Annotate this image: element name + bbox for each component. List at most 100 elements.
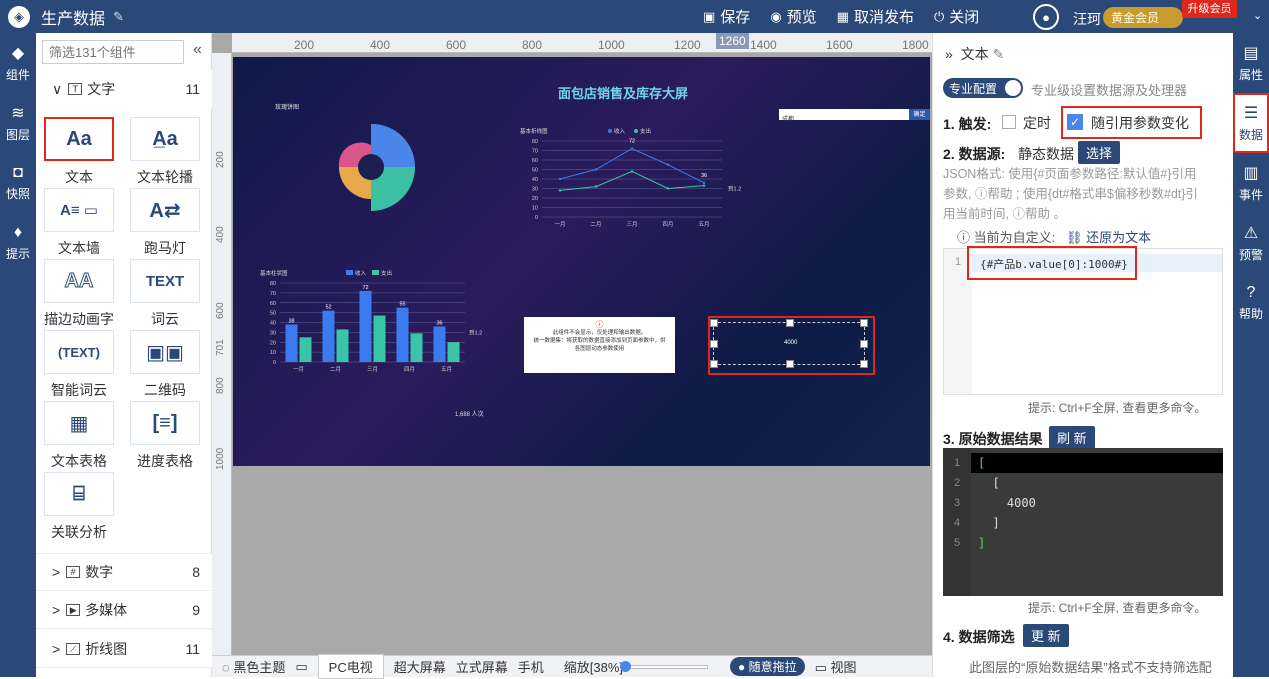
update-button[interactable]: 更 新 [1023,624,1069,647]
pro-config-toggle[interactable]: 专业配置 [943,78,1023,98]
component-text-table[interactable]: ▦ 文本表格 [44,401,114,471]
component-association[interactable]: ⌸ 关联分析 [44,472,114,542]
sidebar-item-help[interactable]: ? 帮助 [1233,273,1269,333]
sidebar-item-snapshot[interactable]: ◘ 快照 [0,153,36,213]
component-marquee[interactable]: A⇄ 跑马灯 [130,188,200,258]
component-stroke-text[interactable]: AA 描边动画字 [44,259,114,329]
user-avatar-icon[interactable]: ● [1033,4,1059,30]
json-help-line[interactable]: 用当前时间, ⓘ帮助 。 [943,204,1228,224]
json-help-line[interactable]: 参数, ⓘ帮助 ; 使用{dt#格式串$偏移秒数#dt}引 [943,184,1228,204]
link-icon: ⛓ [1066,230,1083,245]
preview-button[interactable]: ◉ 预览 [770,6,816,27]
screen-search-input[interactable]: 成都 [779,109,909,123]
data-point [558,189,562,192]
component-label: 描边动画字 [44,311,114,327]
bar [336,329,349,362]
component-qrcode[interactable]: ▣▣ 二维码 [130,330,200,400]
result-line: ] [978,516,1000,530]
save-button[interactable]: ▣ 保存 [703,6,750,27]
ruler-marker[interactable]: 1260 [716,33,749,49]
pro-config-desc: 专业级设置数据源及处理器 [1031,83,1188,98]
tab-mobile[interactable]: 手机 [518,657,544,676]
view-button[interactable]: ▭ 视图 [815,657,857,676]
y-tick-label: 30 [270,330,276,336]
zoom-slider[interactable] [620,660,709,672]
screen-title[interactable]: 面包店销售及库存大屏 [558,83,688,102]
choose-button[interactable]: 选择 [1078,141,1121,164]
component-panel: « ∨ T 文字 11 Aa 文本 A̲a 文本轮播 A≡ ▭ 文本墙 A⇄ 跑马灯 AA 描边… [36,33,212,677]
component-text-carousel[interactable]: A̲a 文本轮播 [130,117,200,187]
legend-marker [346,270,353,275]
sidebar-item-events[interactable]: ▥ 事件 [1233,153,1269,213]
number-section-icon: # [66,566,81,578]
dashboard-screen[interactable]: 面包店销售及库存大屏 玫瑰饼图 成都 确定 基本折线图 收入 支出 80 70 60 50 4… [233,57,930,466]
screen-search-button[interactable]: 确定 [909,109,930,120]
tab-large-screen[interactable]: 超大屏幕 [394,657,446,676]
preview-icon: ◉ [770,8,782,24]
user-name[interactable]: 汪珂 [1073,9,1101,29]
sidebar-item-properties[interactable]: ▤ 属性 [1233,33,1269,93]
sidebar-item-components[interactable]: ◆ 组件 [0,33,36,93]
ruler-tick: 1600 [826,38,853,52]
component-smart-word-cloud[interactable]: (TEXT) 智能词云 [44,330,114,400]
section-text[interactable]: ∨ T 文字 11 [36,70,212,108]
unpublish-button[interactable]: ▦ 取消发布 [837,6,914,27]
member-badge[interactable]: 黄金会员 [1103,7,1183,28]
sidebar-label: 数据 [1238,128,1263,142]
rose-chart[interactable] [331,119,421,219]
tab-vertical-screen[interactable]: 立式屏幕 [456,657,508,676]
upgrade-badge[interactable]: 升级会员 [1182,0,1237,18]
screen-search-text: 成都 [782,117,795,123]
collapse-panel-icon[interactable]: « [193,41,202,59]
bar [299,337,312,362]
custom-note: ⓘ 当前为自定义: [957,230,1056,245]
word-cloud-icon: TEXT [130,259,200,303]
ruler-tick: 1800 [902,38,929,52]
sidebar-item-alarm[interactable]: ⚠ 预警 [1233,213,1269,273]
theme-toggle[interactable]: ◌ 黑色主题 [222,657,285,676]
restore-link[interactable]: ⛓ 还原为文本 [1066,227,1151,246]
refresh-button[interactable]: 刷 新 [1049,426,1095,449]
data-label: 52 [325,305,331,311]
sidebar-item-data[interactable]: ☰ 数据 [1233,93,1269,153]
app-logo-icon[interactable]: ◈ [8,5,30,28]
text-component-icon: Aa [44,117,114,161]
sidebar-item-tips[interactable]: ♦ 提示 [0,213,36,273]
palette-icon: ◌ [222,660,234,675]
component-search-input[interactable] [42,40,184,64]
edit-title-icon[interactable]: ✎ [113,9,124,25]
line-chart[interactable]: 基本折线图 收入 支出 80 70 60 50 40 30 20 10 0 一月 二月 三月 四月 五月 72 36… [518,127,758,242]
close-button[interactable]: ⏻ 关闭 [934,6,979,27]
toggle-knob [1005,80,1021,96]
tab-pc-tv[interactable]: PC电视 [317,654,384,679]
free-drag-toggle[interactable]: ● 随意拖拉 [730,657,805,676]
edit-icon[interactable]: ✎ [992,46,1004,62]
warning-icon: ⓘ [595,320,604,329]
component-word-cloud[interactable]: TEXT 词云 [130,259,200,329]
component-label: 关联分析 [51,524,107,540]
association-icon: ⌸ [44,472,114,516]
component-text-wall[interactable]: A≡ ▭ 文本墙 [44,188,114,258]
canvas-area[interactable]: 200 400 600 800 1000 1200 1260 1400 1600… [212,33,932,677]
zoom-slider-thumb[interactable] [620,660,632,672]
section-media[interactable]: > ▶ 多媒体 9 [36,591,212,629]
component-text[interactable]: Aa 文本 [44,117,114,187]
properties-icon: ▤ [1243,45,1259,62]
x-tick-label: 一月 [554,221,565,228]
bar-chart[interactable]: 基本柱状图 收入 支出 80 70 60 50 40 30 20 10 0 一月 38 二月 52 三月 72 四月… [258,269,503,384]
result-viewer[interactable]: 12345 [ [ 4000 ]] [943,448,1223,596]
chevron-down-icon[interactable]: ⌄ [1253,9,1262,22]
timer-checkbox[interactable] [1002,115,1016,129]
component-label: 智能词云 [51,382,107,398]
section-numbers[interactable]: > # 数字 8 [36,553,212,591]
data-label: 55 [399,302,405,308]
restore-label: 还原为文本 [1086,230,1152,245]
component-progress-table[interactable]: [≡] 进度表格 [130,401,200,471]
sidebar-label: 预警 [1238,248,1263,262]
data-component-tip[interactable]: ⓘ 此组件不会显示，仅处理和输出数据。 统一数据集：将获取的数据直接添加到页面参… [524,317,675,373]
section-line-chart[interactable]: > ⟋ 折线图 11 [36,630,212,668]
ruler-marker: 701 [215,339,226,356]
bar [285,324,298,362]
sidebar-item-layers[interactable]: ≋ 图层 [0,93,36,153]
expand-icon[interactable]: » [945,46,953,62]
